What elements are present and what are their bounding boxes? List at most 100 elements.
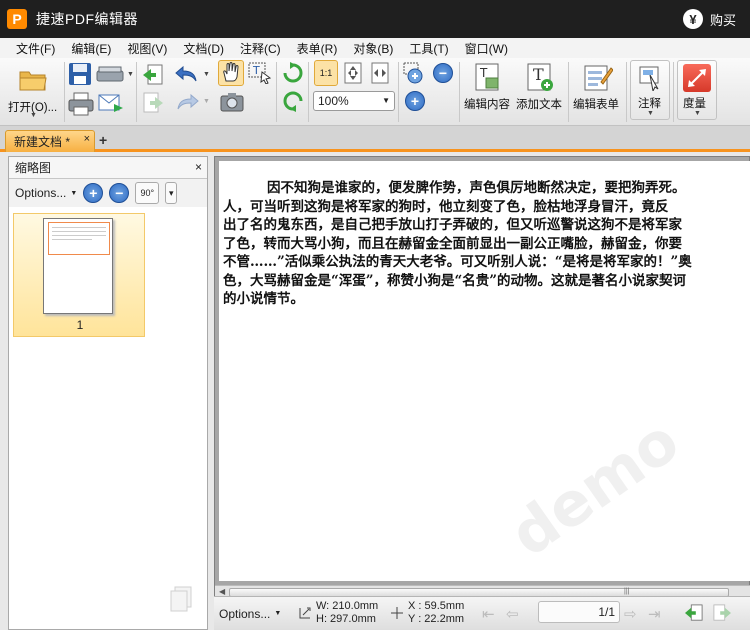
text-line: 不管……”活似乘公执法的青天大老爷。可又听别人说：“是将是将军家的！”奥 [223,254,692,270]
undo-dropdown-icon[interactable]: ▼ [203,71,210,78]
open-button[interactable]: 打开(O)... ▼ [6,62,60,120]
annotate-icon [639,66,659,91]
options-dropdown-icon: ▼ [70,189,78,197]
thumbnail-toolbar: Options... ▼ + − 90° ▾ [9,179,207,207]
tab-close-icon[interactable]: × [84,133,90,145]
rotate-dropdown-icon[interactable]: ▾ [165,182,178,204]
annotate-button[interactable]: 注释 ▼ [630,60,670,120]
toolbar-separator [459,62,460,122]
menu-view[interactable]: 视图(V) [119,40,175,57]
page-thumbnail[interactable]: 1 [13,213,145,337]
select-text-icon[interactable]: T [248,62,272,84]
document-view[interactable]: 因不知狗是谁家的，便发脾作势，声色俱厉地断然决定，要把狗弄死。 人，可当听到这狗… [214,156,750,630]
rotate-label: 90° [140,188,155,198]
scanner-dropdown-icon[interactable]: ▼ [127,71,134,78]
scroll-left-icon[interactable]: ◀ [219,587,225,596]
toolbar-separator [308,62,309,122]
buy-label: 购买 [709,12,736,28]
add-tab-icon[interactable]: + [99,133,111,147]
cursor-position-icon [391,607,403,619]
scanner-icon[interactable] [96,64,124,84]
zoom-in-button[interactable]: + [405,91,425,111]
cursor-coordinates: X : 59.5mm Y : 22.2mm [408,600,464,626]
import-page-icon[interactable] [142,64,164,86]
text-line: 人，可当听到这狗是将军家的狗时，他立刻变了色，脸枯地浮身冒汗，竟反 [223,198,669,215]
status-bar: Options... ▼ W: 210.0mm H: 297.0mm X : 5… [214,596,750,630]
edit-form-button[interactable]: 编辑表单 [572,60,624,120]
annotate-label: 注释 [638,98,661,110]
menu-window[interactable]: 窗口(W) [457,40,516,57]
hand-tool-button[interactable] [218,60,244,86]
previous-view-icon[interactable] [684,604,704,622]
next-page-icon[interactable]: ⇨ [624,605,637,623]
options-dropdown-icon: ▼ [274,610,282,617]
save-icon[interactable] [68,62,92,86]
toolbar-separator [626,62,627,122]
page-indicator: 1/1 [598,605,615,619]
tab-new-document[interactable]: 新建文档 * × [5,130,95,152]
panel-close-icon[interactable]: × [195,160,202,174]
rotate-counterclockwise-icon[interactable] [282,90,304,112]
redo-icon [177,93,199,110]
zoom-select[interactable]: 100% ▼ [313,91,395,111]
next-view-icon [713,604,731,621]
svg-text:T: T [533,65,544,84]
thumbnail-enlarge-button[interactable]: + [83,183,104,203]
cursor-x: X : 59.5mm [408,600,465,612]
thumbnail-reduce-button[interactable]: − [109,183,130,203]
measure-button[interactable]: 度量 ▼ [677,60,717,120]
menu-object[interactable]: 对象(B) [345,40,401,57]
thumbnail-options-button[interactable]: Options... ▼ [15,186,77,200]
rotate-clockwise-icon[interactable] [282,62,304,84]
add-text-button[interactable]: T 添加文本 [514,60,566,120]
page-number-input[interactable]: 1/1 [538,601,620,623]
thumbnail-options-label: Options... [15,186,67,200]
edit-content-icon: T [475,63,499,91]
menu-tools[interactable]: 工具(T) [401,40,456,57]
menu-comment[interactable]: 注释(C) [232,40,289,57]
previous-page-icon[interactable]: ⇦ [506,605,519,623]
thumbnail-viewport-frame[interactable] [48,222,110,255]
zoom-dropdown-icon[interactable]: ▼ [382,96,390,105]
zoom-out-button[interactable]: − [433,63,453,83]
text-line: 的小说情节。 [223,291,304,307]
edit-content-button[interactable]: T 编辑内容 [462,60,514,120]
folder-icon [19,71,47,91]
buy-button[interactable]: ¥ 购买 [682,9,736,29]
snapshot-icon[interactable] [220,92,244,112]
print-icon[interactable] [68,92,94,116]
main-toolbar: 打开(O)... ▼ ▼ ▼ ▼ T 1:1 100% ▼ − + T 编辑内容… [0,58,750,126]
minus-icon: − [115,185,124,201]
measure-dropdown-icon[interactable]: ▼ [694,110,701,117]
measure-icon [683,64,711,92]
title-bar: P 捷速PDF编辑器 ¥ 购买 [0,0,750,38]
fit-width-icon[interactable] [370,62,390,84]
annotate-dropdown-icon[interactable]: ▼ [647,110,654,117]
marquee-zoom-icon[interactable] [403,62,429,86]
yen-icon: ¥ [682,9,703,29]
cursor-y: Y : 22.2mm [408,613,465,625]
actual-size-button[interactable]: 1:1 [314,60,338,86]
thumbnail-rotate-button[interactable]: 90° [135,182,160,204]
page-width: W: 210.0mm [316,600,379,612]
menu-document[interactable]: 文档(D) [175,40,232,57]
tab-label: 新建文档 * [14,135,71,149]
document-text: 因不知狗是谁家的，便发脾作势，声色俱厉地断然决定，要把狗弄死。 人，可当听到这狗… [223,179,750,309]
last-page-icon[interactable]: ⇥ [648,605,661,623]
thumbnail-page-number: 1 [76,318,84,332]
actual-size-icon: 1:1 [319,68,333,78]
thumbnail-panel-title: 缩略图 [15,161,52,175]
fit-page-icon[interactable] [343,62,363,84]
add-text-icon: T [527,63,553,91]
text-line: 出了名的鬼东西，是自己把手放山打子弄破的，但又听巡警说这狗不是将军家 [223,217,682,233]
menu-file[interactable]: 文件(F) [8,40,63,57]
first-page-icon[interactable]: ⇤ [482,605,495,623]
menu-edit[interactable]: 编辑(E) [63,40,119,57]
minus-icon: − [438,65,448,81]
menu-form[interactable]: 表单(R) [289,40,346,57]
undo-icon[interactable] [174,64,200,84]
document-page[interactable]: 因不知狗是谁家的，便发脾作势，声色俱厉地断然决定，要把狗弄死。 人，可当听到这狗… [219,161,750,581]
status-options-button[interactable]: Options... ▼ [219,607,281,621]
email-icon[interactable] [98,92,124,114]
open-dropdown-icon[interactable]: ▼ [30,112,37,119]
